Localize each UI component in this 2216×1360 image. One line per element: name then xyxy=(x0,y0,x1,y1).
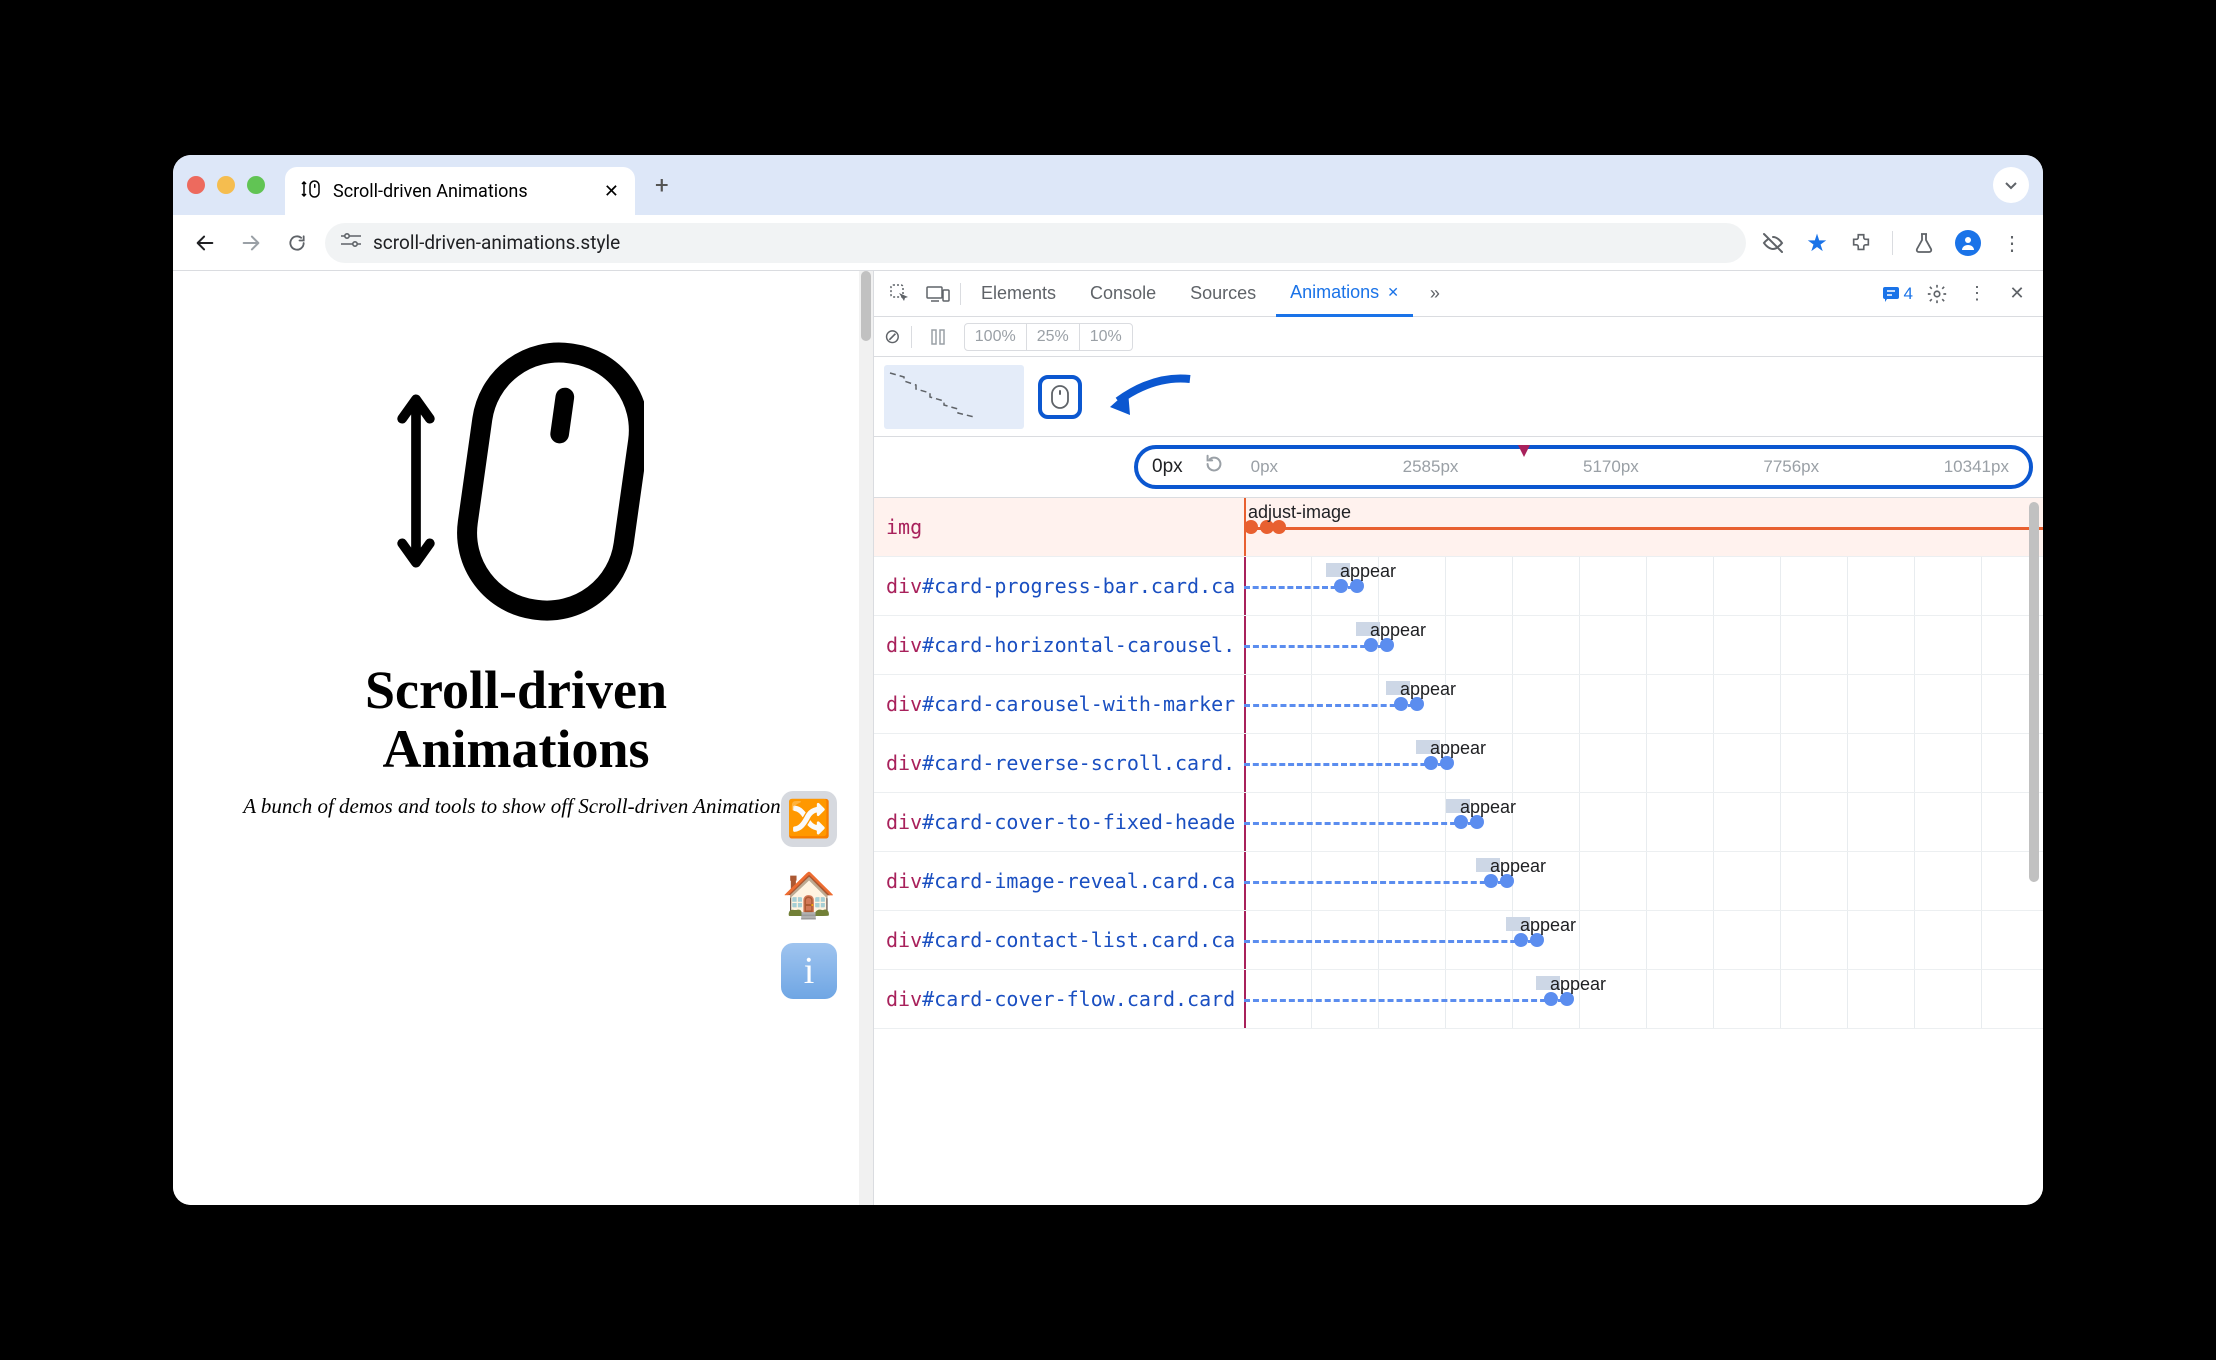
divider xyxy=(911,326,912,348)
minimize-window-button[interactable] xyxy=(217,176,235,194)
row-timeline: appear xyxy=(1244,970,2043,1028)
page-tagline: A bunch of demos and tools to show off S… xyxy=(183,794,849,819)
clear-icon[interactable]: ⊘ xyxy=(884,324,901,349)
capture-preview xyxy=(874,357,2043,437)
tab-console[interactable]: Console xyxy=(1076,271,1170,317)
close-devtools-icon[interactable]: ✕ xyxy=(2001,278,2033,310)
row-timeline: appear xyxy=(1244,852,2043,910)
animation-row[interactable]: div#card-horizontal-carousel.appear xyxy=(874,616,2043,675)
close-tab-button[interactable]: ✕ xyxy=(604,181,619,202)
bookmark-star-icon[interactable]: ★ xyxy=(1800,226,1834,260)
profile-avatar[interactable] xyxy=(1951,226,1985,260)
speed-100[interactable]: 100% xyxy=(965,324,1027,350)
animation-row[interactable]: div#card-cover-to-fixed-headeappear xyxy=(874,793,2043,852)
selector-text: div#card-reverse-scroll.card. xyxy=(874,751,1244,775)
device-icon[interactable] xyxy=(922,278,954,310)
timeline-ruler[interactable]: 0px 0px 2585px 5170px 7756px 10341px xyxy=(1134,445,2033,489)
selector-text: div#card-progress-bar.card.ca xyxy=(874,574,1244,598)
animation-row[interactable]: div#card-cover-flow.card.cardappear xyxy=(874,970,2043,1029)
page-scrollbar[interactable] xyxy=(859,271,873,1205)
selector-text: div#card-image-reveal.card.ca xyxy=(874,869,1244,893)
row-timeline: adjust-image xyxy=(1244,498,2043,556)
tab-animations[interactable]: Animations✕ xyxy=(1276,271,1413,317)
page-side-buttons: 🔀 🏠 i xyxy=(781,791,837,999)
info-button[interactable]: i xyxy=(781,943,837,999)
url-text: scroll-driven-animations.style xyxy=(373,231,620,254)
shuffle-button[interactable]: 🔀 xyxy=(781,791,837,847)
hide-icon[interactable] xyxy=(1756,226,1790,260)
close-panel-icon[interactable]: ✕ xyxy=(1387,284,1399,301)
back-button[interactable] xyxy=(187,225,223,261)
home-button[interactable]: 🏠 xyxy=(781,867,837,923)
devtools-menu-icon[interactable]: ⋮ xyxy=(1961,278,1993,310)
tab-favicon xyxy=(301,179,321,204)
tab-strip: Scroll-driven Animations ✕ + xyxy=(173,155,2043,215)
row-timeline: appear xyxy=(1244,911,2043,969)
new-tab-button[interactable]: + xyxy=(645,171,679,199)
browser-window: Scroll-driven Animations ✕ + scroll-driv… xyxy=(173,155,2043,1205)
content-area: Scroll-drivenAnimations A bunch of demos… xyxy=(173,271,2043,1205)
animation-row[interactable]: div#card-carousel-with-markerappear xyxy=(874,675,2043,734)
divider xyxy=(960,283,961,305)
page-logo xyxy=(388,341,644,621)
tab-list-button[interactable] xyxy=(1993,167,2029,203)
browser-toolbar: scroll-driven-animations.style ★ ⋮ xyxy=(173,215,2043,271)
animation-row[interactable]: div#card-progress-bar.card.caappear xyxy=(874,557,2043,616)
selector-text: div#card-cover-flow.card.card xyxy=(874,987,1244,1011)
animation-row[interactable]: div#card-contact-list.card.caappear xyxy=(874,911,2043,970)
site-settings-icon[interactable] xyxy=(341,232,361,253)
row-timeline: appear xyxy=(1244,557,2043,615)
pause-icon[interactable] xyxy=(922,321,954,353)
labs-icon[interactable] xyxy=(1907,226,1941,260)
devtools-panel: Elements Console Sources Animations✕ » 4… xyxy=(873,271,2043,1205)
row-timeline: appear xyxy=(1244,734,2043,792)
scrollbar-thumb[interactable] xyxy=(861,271,871,341)
animation-group-thumb[interactable] xyxy=(884,365,1024,429)
speed-25[interactable]: 25% xyxy=(1027,324,1080,350)
ruler-position: 0px xyxy=(1152,456,1183,478)
animation-row[interactable]: imgadjust-image xyxy=(874,498,2043,557)
speed-selector: 100% 25% 10% xyxy=(964,323,1133,351)
menu-button[interactable]: ⋮ xyxy=(1995,226,2029,260)
reload-button[interactable] xyxy=(279,225,315,261)
selector-text: img xyxy=(874,515,1244,539)
playhead-marker-icon[interactable] xyxy=(1516,443,1532,459)
toolbar-divider xyxy=(1892,231,1893,255)
settings-gear-icon[interactable] xyxy=(1921,278,1953,310)
row-timeline: appear xyxy=(1244,616,2043,674)
tab-elements[interactable]: Elements xyxy=(967,271,1070,317)
forward-button[interactable] xyxy=(233,225,269,261)
animation-row[interactable]: div#card-image-reveal.card.caappear xyxy=(874,852,2043,911)
ruler-ticks: 0px 2585px 5170px 7756px 10341px xyxy=(1245,457,2015,477)
zoom-window-button[interactable] xyxy=(247,176,265,194)
selector-text: div#card-contact-list.card.ca xyxy=(874,928,1244,952)
row-timeline: appear xyxy=(1244,793,2043,851)
timeline-ruler-area: 0px 0px 2585px 5170px 7756px 10341px xyxy=(874,437,2043,498)
selector-text: div#card-horizontal-carousel. xyxy=(874,633,1244,657)
animations-toolbar: ⊘ 100% 25% 10% xyxy=(874,317,2043,357)
replay-icon[interactable] xyxy=(1203,453,1225,481)
selector-text: div#card-cover-to-fixed-heade xyxy=(874,810,1244,834)
window-controls xyxy=(187,176,265,194)
extensions-icon[interactable] xyxy=(1844,226,1878,260)
more-tabs-icon[interactable]: » xyxy=(1419,278,1451,310)
annotation-arrow xyxy=(1104,371,1194,421)
console-messages-badge[interactable]: 4 xyxy=(1882,284,1913,304)
inspect-icon[interactable] xyxy=(884,278,916,310)
tab-title: Scroll-driven Animations xyxy=(333,181,528,202)
devtools-tab-bar: Elements Console Sources Animations✕ » 4… xyxy=(874,271,2043,317)
close-window-button[interactable] xyxy=(187,176,205,194)
animation-row[interactable]: div#card-reverse-scroll.card.appear xyxy=(874,734,2043,793)
devtools-scrollbar[interactable] xyxy=(2029,498,2041,938)
address-bar[interactable]: scroll-driven-animations.style xyxy=(325,223,1746,263)
animation-rows: imgadjust-imagediv#card-progress-bar.car… xyxy=(874,498,2043,1205)
webpage: Scroll-drivenAnimations A bunch of demos… xyxy=(173,271,859,1205)
speed-10[interactable]: 10% xyxy=(1080,324,1132,350)
scroll-driven-indicator-icon[interactable] xyxy=(1038,375,1082,419)
browser-tab[interactable]: Scroll-driven Animations ✕ xyxy=(285,167,635,215)
tab-sources[interactable]: Sources xyxy=(1176,271,1270,317)
page-title: Scroll-drivenAnimations xyxy=(365,661,667,780)
selector-text: div#card-carousel-with-marker xyxy=(874,692,1244,716)
row-timeline: appear xyxy=(1244,675,2043,733)
